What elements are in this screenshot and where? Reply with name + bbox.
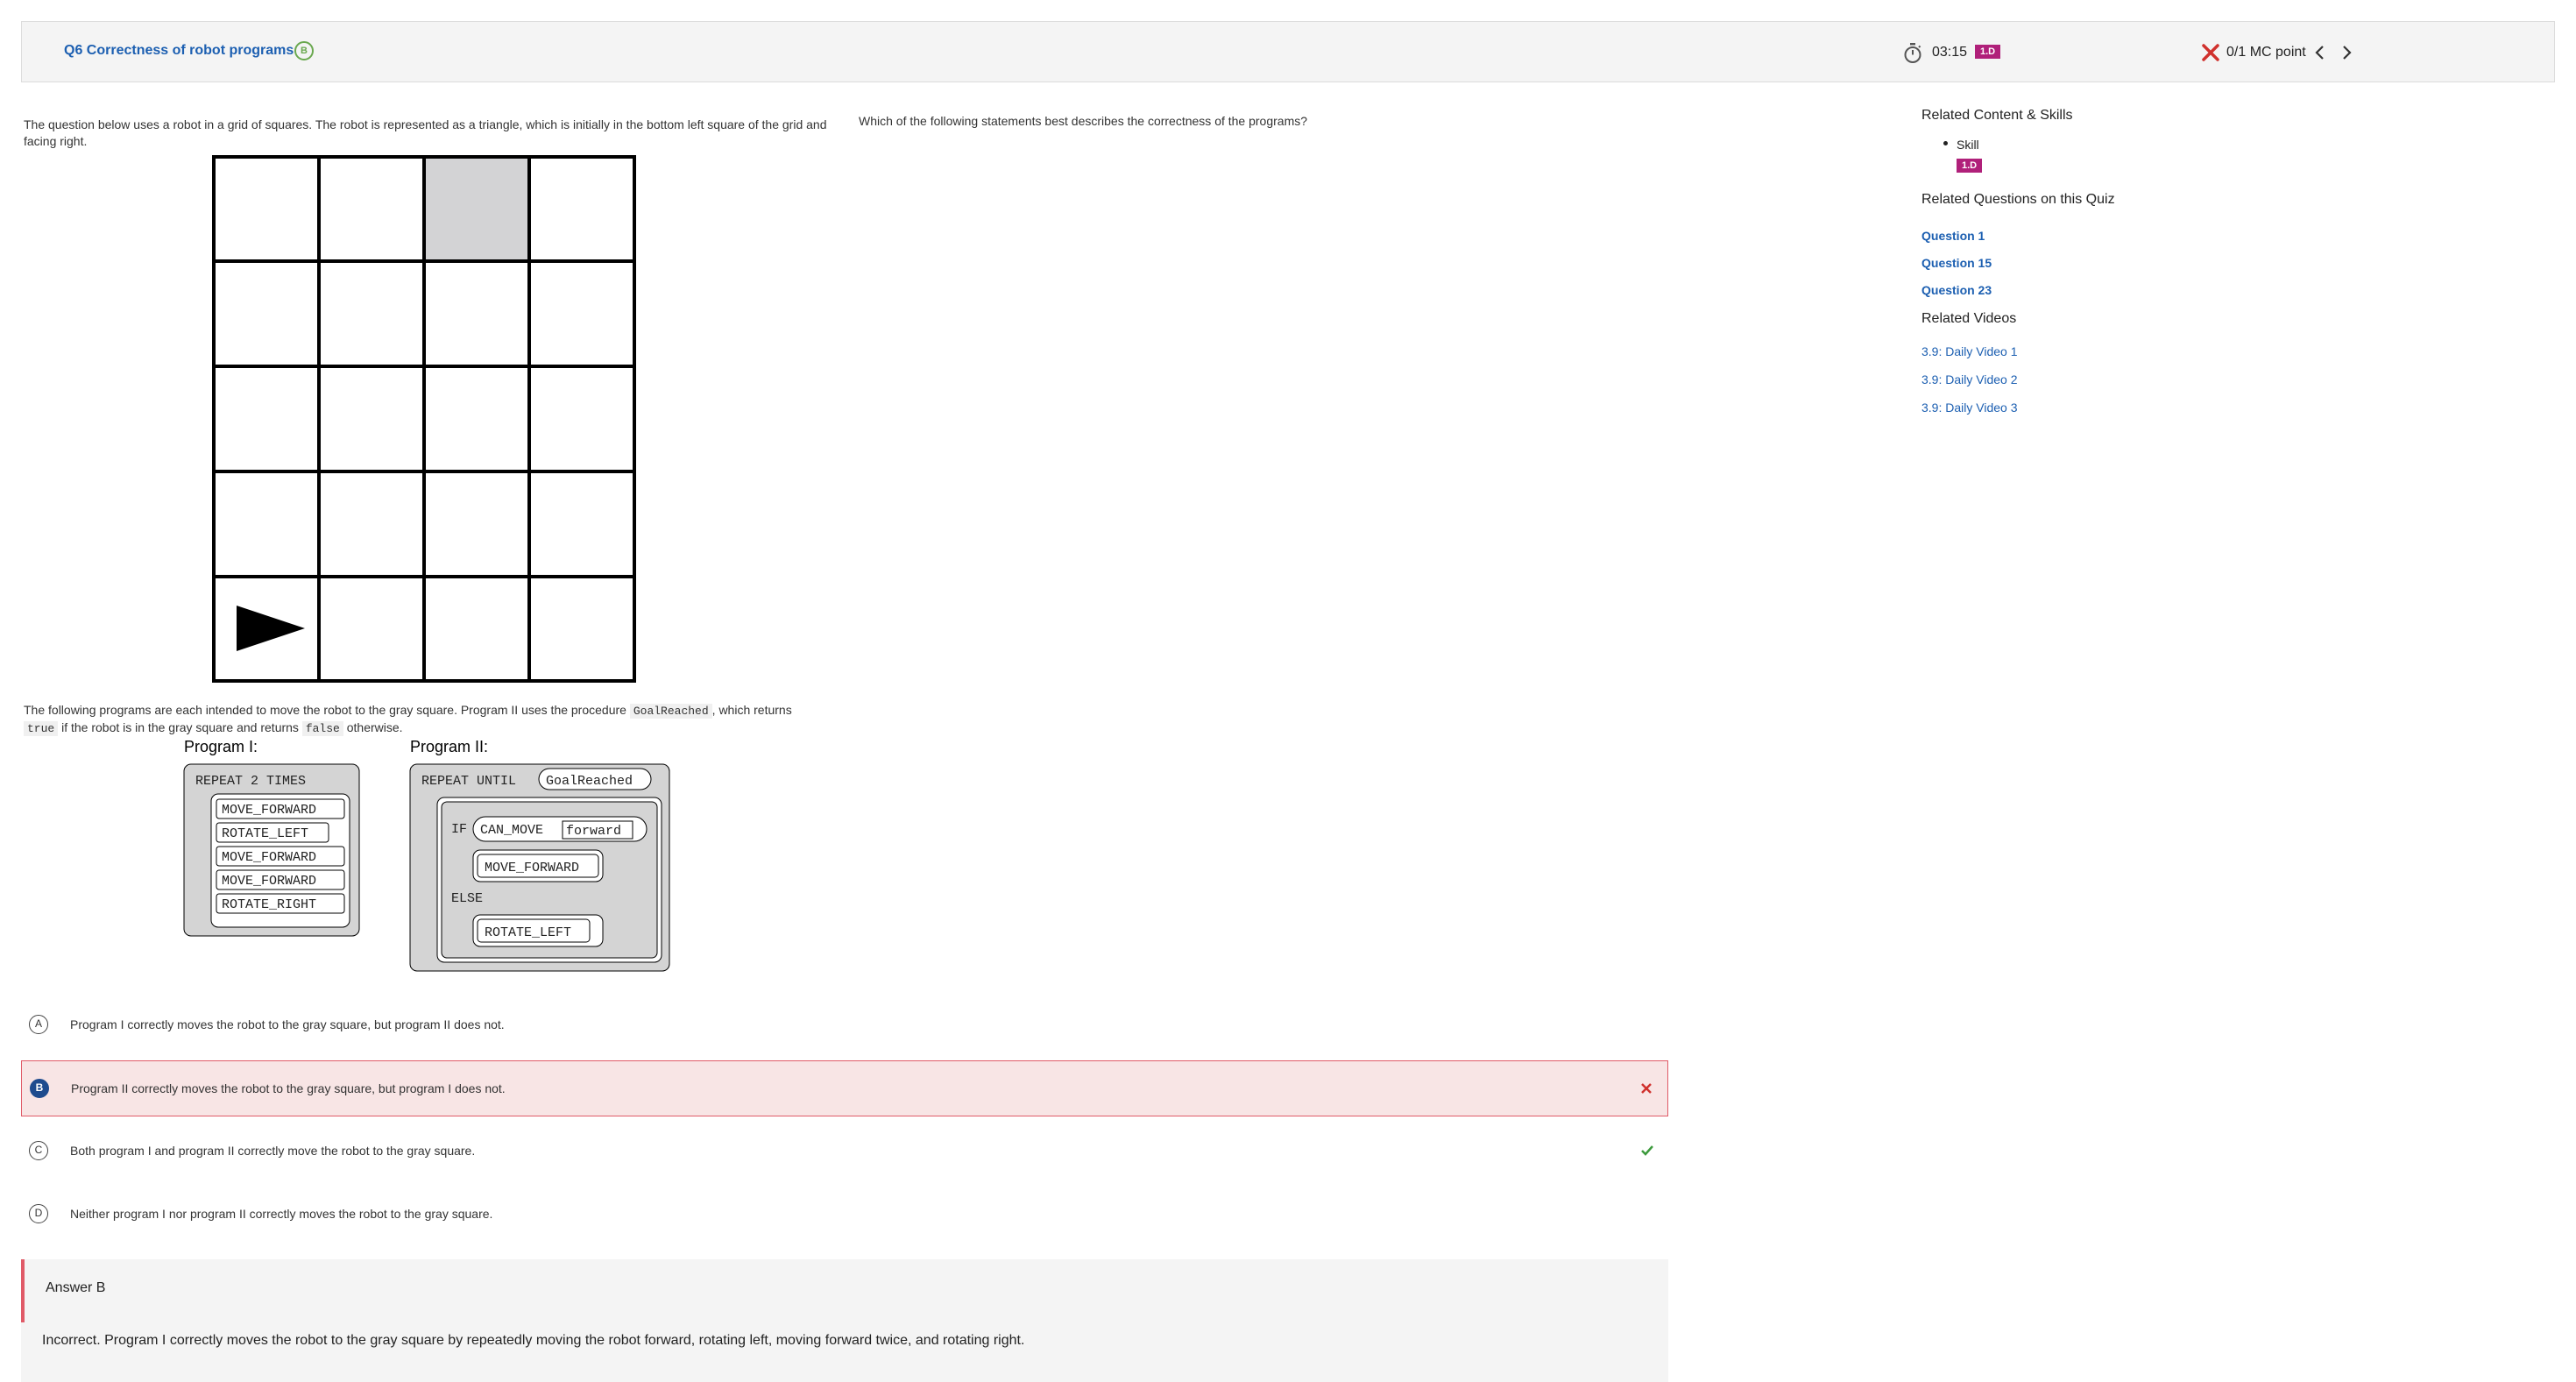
check-circle-icon: B [294, 41, 314, 60]
choice-text: Program II correctly moves the robot to … [71, 1081, 506, 1095]
checkmark-icon [1641, 1145, 1653, 1156]
programs-intro-text: The following programs are each intended… [24, 703, 792, 736]
related-questions-heading: Related Questions on this Quiz [1921, 192, 2115, 207]
program-1-step: MOVE_FORWARD [222, 850, 316, 865]
choice-letter: A [29, 1015, 48, 1034]
program-2-else-step: ROTATE_LEFT [485, 925, 571, 940]
related-content-heading: Related Content & Skills [1921, 108, 2073, 123]
program-1-header: REPEAT 2 TIMES [195, 774, 306, 789]
skill-badge: 1.D [1975, 45, 2001, 59]
x-mark-icon [1641, 1083, 1652, 1094]
skill-badge: 1.D [1957, 159, 1983, 173]
choice-text: Program I correctly moves the robot to t… [70, 1017, 505, 1031]
program-2-else: ELSE [451, 891, 483, 906]
question-intro-text: The question below uses a robot in a gri… [24, 117, 827, 148]
question-prompt: Which of the following statements best d… [859, 114, 1308, 128]
program-1-block: REPEAT 2 TIMES MOVE_FORWARD ROTATE_LEFT … [183, 763, 360, 937]
related-video-link[interactable]: 3.9: Daily Video 3 [1921, 400, 2017, 415]
program-2-title: Program II: [410, 738, 488, 755]
robot-triangle [237, 606, 305, 651]
chevron-right-icon[interactable] [2335, 41, 2358, 64]
program-2-can-move: CAN_MOVE [480, 823, 543, 838]
bullet-dot [1943, 141, 1948, 145]
skill-label: Skill [1957, 138, 1979, 152]
answer-choice-d[interactable]: D Neither program I nor program II corre… [21, 1187, 1668, 1243]
choice-letter: B [30, 1079, 49, 1098]
choice-text: Neither program I nor program II correct… [70, 1207, 493, 1221]
related-question-link[interactable]: Question 15 [1921, 256, 1992, 270]
program-1-step: ROTATE_RIGHT [222, 897, 316, 912]
program-2-block: REPEAT UNTIL GoalReached IF CAN_MOVE for… [409, 763, 670, 972]
related-videos-heading: Related Videos [1921, 311, 2017, 326]
points-score: 0/1 MC point [2226, 45, 2306, 60]
answer-choice-a[interactable]: A Program I correctly moves the robot to… [21, 997, 1668, 1053]
related-video-link[interactable]: 3.9: Daily Video 2 [1921, 372, 2017, 386]
question-title-link[interactable]: Q6 Correctness of robot programs [64, 43, 294, 59]
chevron-left-icon[interactable] [2309, 41, 2332, 64]
robot-grid-figure [212, 155, 636, 683]
answer-choice-b[interactable]: B Program II correctly moves the robot t… [21, 1060, 1668, 1116]
related-video-link[interactable]: 3.9: Daily Video 1 [1921, 344, 2017, 358]
program-1-title: Program I: [184, 738, 258, 755]
program-2-forward: forward [566, 824, 621, 839]
choice-text: Both program I and program II correctly … [70, 1144, 476, 1158]
program-2-header: REPEAT UNTIL [421, 774, 516, 789]
program-1-step: MOVE_FORWARD [222, 874, 316, 889]
choice-letter: D [29, 1204, 48, 1223]
answer-choice-c[interactable]: C Both program I and program II correctl… [21, 1123, 1668, 1180]
related-question-link[interactable]: Question 1 [1921, 229, 1985, 243]
answer-explanation-panel: Answer B Incorrect. Program I correctly … [21, 1259, 1668, 1382]
program-2-then-step: MOVE_FORWARD [485, 861, 579, 875]
gray-goal-square [422, 157, 527, 262]
choice-letter: C [29, 1141, 48, 1160]
program-blocks-figure: Program I: Program II: REPEAT 2 TIMES MO… [183, 738, 670, 972]
question-header-bar: Q6 Correctness of robot programs B 03:15… [21, 21, 2555, 82]
stopwatch-icon[interactable] [1903, 43, 1922, 64]
program-1-step: ROTATE_LEFT [222, 826, 308, 841]
answer-accent-bar [21, 1259, 25, 1322]
timer-readout: 03:15 [1932, 45, 1968, 60]
answer-heading: Answer B [46, 1280, 106, 1295]
x-icon [2202, 44, 2219, 61]
true-code: true [24, 721, 59, 736]
goalreached-code: GoalReached [629, 704, 712, 719]
related-question-link[interactable]: Question 23 [1921, 283, 1992, 297]
program-2-if: IF [451, 822, 467, 837]
answer-explanation: Incorrect. Program I correctly moves the… [42, 1333, 1025, 1348]
program-2-condition: GoalReached [546, 774, 633, 789]
program-1-step: MOVE_FORWARD [222, 803, 316, 818]
